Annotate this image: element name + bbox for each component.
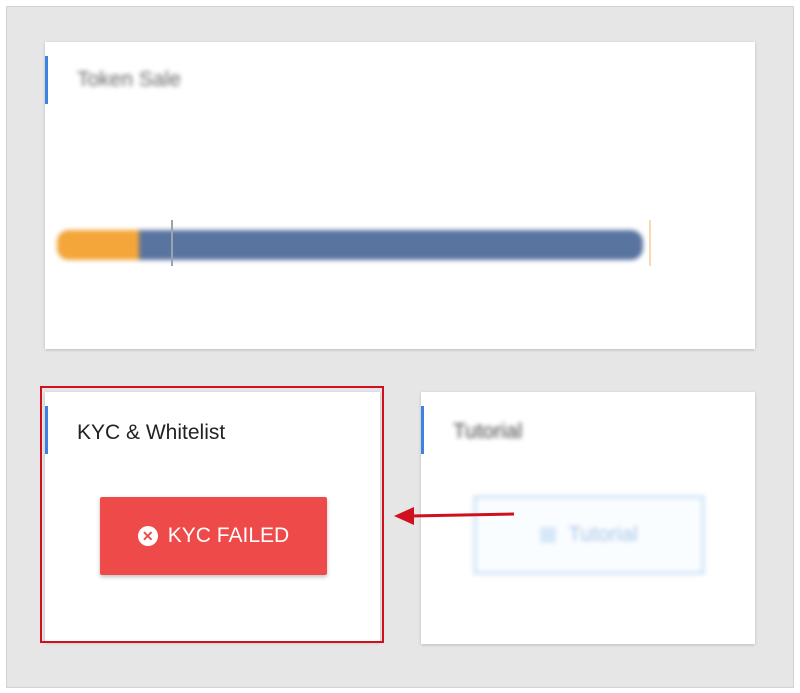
card-accent-bar xyxy=(45,406,48,454)
end-marker-line xyxy=(649,220,651,266)
start-marker-line xyxy=(171,220,173,266)
kyc-title: KYC & Whitelist xyxy=(77,421,226,444)
token-sale-card: Token Sale xyxy=(45,42,755,349)
card-accent-bar xyxy=(421,406,424,454)
kyc-button-label: KYC FAILED xyxy=(167,524,290,547)
pointer-arrow-icon xyxy=(394,507,515,525)
tutorial-title: Tutorial xyxy=(453,420,523,443)
token-sale-progress-bar xyxy=(57,230,643,260)
tutorial-button-label: Tutorial xyxy=(568,523,638,546)
play-icon xyxy=(540,527,557,543)
token-sale-title: Token Sale xyxy=(77,68,181,91)
kyc-whitelist-card: KYC & Whitelist ✕ KYC FAILED xyxy=(45,392,380,642)
token-sale-progress-fill xyxy=(57,230,140,260)
card-accent-bar xyxy=(45,56,48,104)
kyc-failed-button[interactable]: ✕ KYC FAILED xyxy=(100,497,327,575)
x-circle-icon: ✕ xyxy=(137,526,158,546)
